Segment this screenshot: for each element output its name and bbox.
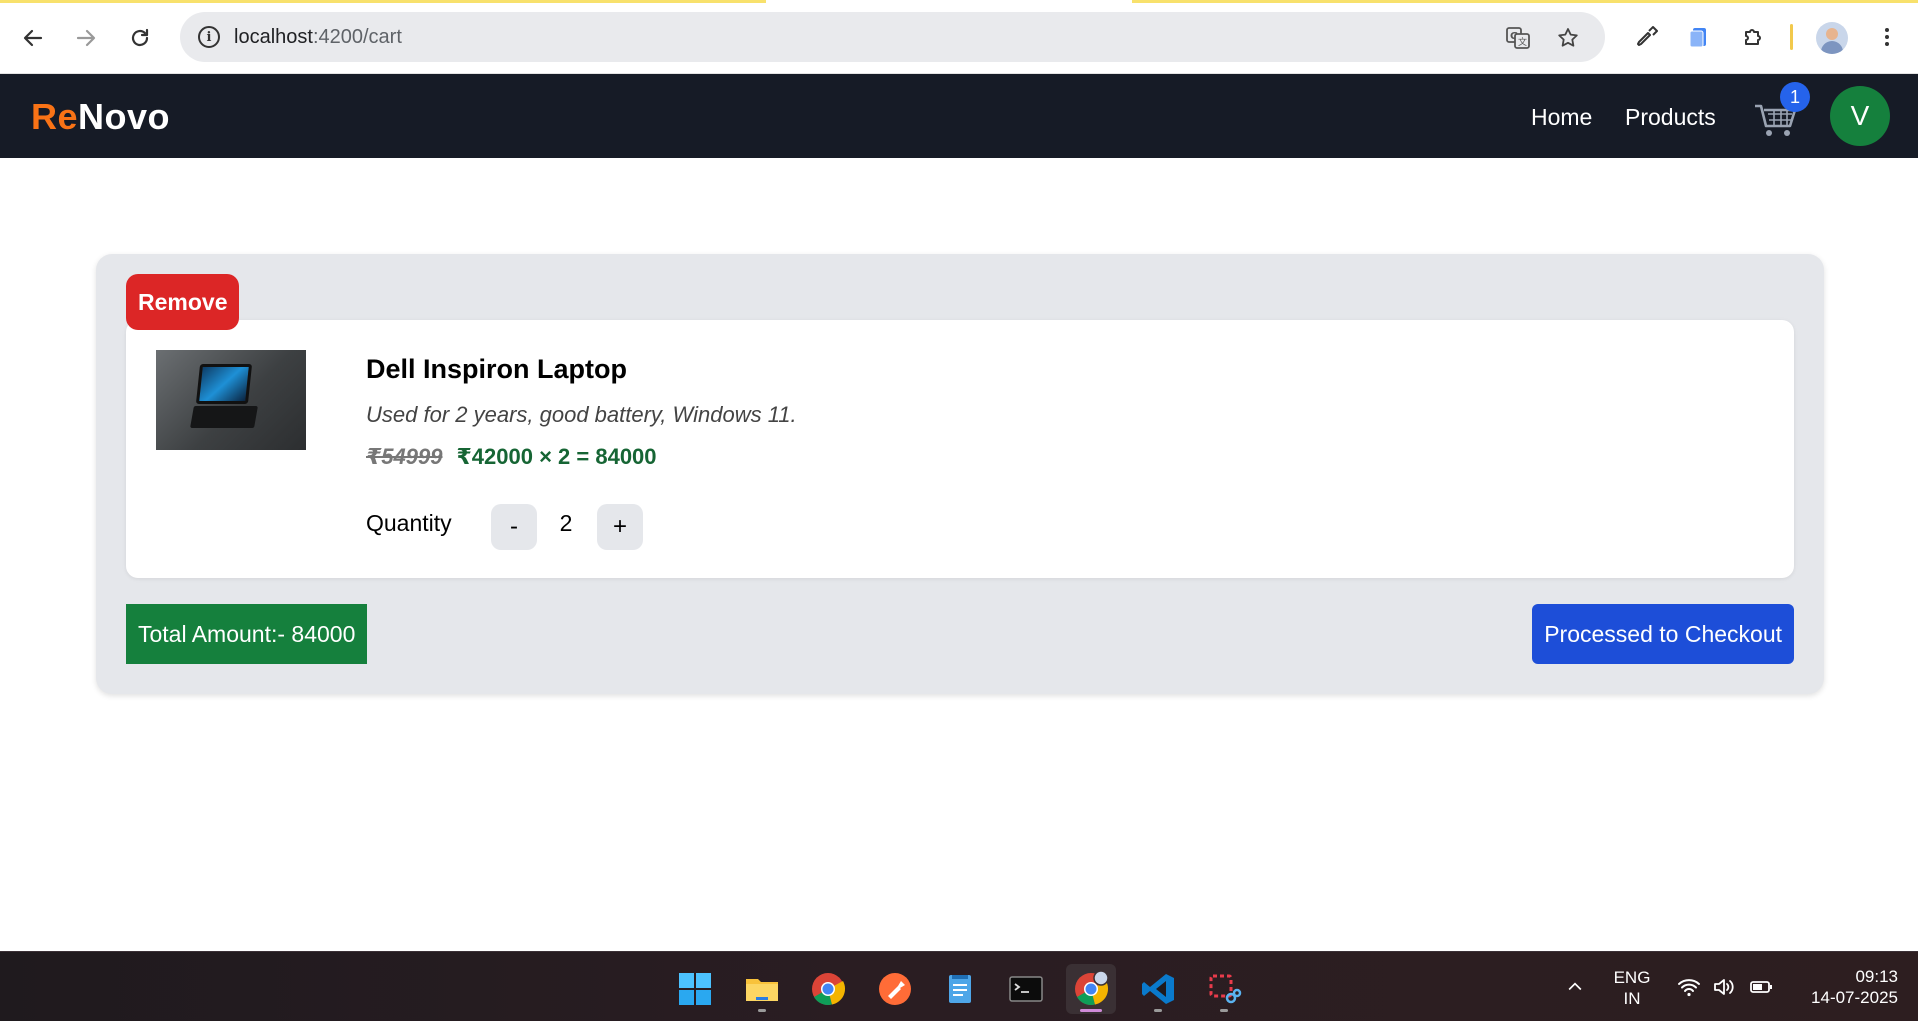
original-price: ₹54999 [366,444,443,469]
notepad-icon[interactable] [935,964,985,1014]
reload-button[interactable] [122,20,158,56]
cart-item-card: Dell Inspiron Laptop Used for 2 years, g… [126,320,1794,578]
clock-date: 14-07-2025 [1811,988,1898,1007]
bookmark-star-icon[interactable] [1555,25,1581,51]
app-navbar: ReNovo Home Products 1 V [0,74,1918,158]
language-code: ENG [1613,968,1651,987]
language-indicator[interactable]: ENG IN [1612,967,1652,1009]
arrow-right-icon [76,29,96,47]
url-text: localhost:4200/cart [234,26,402,49]
file-explorer-icon[interactable] [737,964,787,1014]
decrement-quantity-button[interactable]: - [491,504,537,550]
brand-re: Re [31,96,79,137]
site-info-icon[interactable]: i [198,26,220,48]
chrome-icon[interactable] [803,964,853,1014]
toolbar-separator [1790,24,1793,50]
remove-item-button[interactable]: Remove [126,274,240,330]
clock[interactable]: 09:13 14-07-2025 [1790,966,1898,1008]
url-path: :4200/cart [312,25,402,48]
forward-button[interactable] [68,20,104,56]
vscode-icon[interactable] [1133,964,1183,1014]
windows-taskbar: ENG IN 09:13 14-07-2025 [0,951,1918,1021]
quantity-value: 2 [559,510,573,536]
back-button[interactable] [15,20,51,56]
url-host: localhost [234,25,313,48]
translate-icon[interactable]: G文 [1505,25,1531,51]
increment-quantity-button[interactable]: + [597,504,643,550]
extension-clipboard-icon[interactable] [1684,22,1714,52]
region-code: IN [1623,989,1641,1008]
nav-home-link[interactable]: Home [1531,104,1592,131]
quantity-label: Quantity [366,510,452,536]
cart-panel: Dell Inspiron Laptop Used for 2 years, g… [96,254,1824,694]
loading-bar [0,0,766,3]
cart-count-badge: 1 [1780,82,1810,112]
volume-icon[interactable] [1711,974,1737,1000]
battery-icon[interactable] [1748,974,1774,1000]
postman-icon[interactable] [870,964,920,1014]
browser-profile-avatar[interactable] [1816,22,1848,54]
chevron-up-icon[interactable] [1562,974,1588,1000]
svg-text:文: 文 [1518,36,1527,48]
checkout-button[interactable]: Processed to Checkout [1532,604,1794,664]
user-avatar[interactable]: V [1830,86,1890,146]
price-calculation: ₹42000 × 2 = 84000 [456,444,657,469]
brand-novo: Novo [78,96,171,137]
brand-logo[interactable]: ReNovo [31,96,170,138]
loading-bar [1132,0,1918,3]
extensions-puzzle-icon[interactable] [1738,22,1768,52]
product-title: Dell Inspiron Laptop [366,354,627,384]
terminal-icon[interactable] [1001,964,1051,1014]
browser-toolbar: i localhost:4200/cart G文 [0,0,1918,74]
eyedropper-icon[interactable] [1632,22,1662,52]
price-row: ₹54999 ₹42000 × 2 = 84000 [366,444,657,470]
clock-time: 09:13 [1855,967,1898,986]
browser-menu-icon[interactable] [1872,22,1902,52]
wifi-icon[interactable] [1676,974,1702,1000]
address-bar[interactable]: i localhost:4200/cart G文 [180,12,1605,62]
total-amount: Total Amount:- 84000 [126,604,368,664]
reload-icon [131,28,149,47]
snipping-tool-icon[interactable] [1199,964,1249,1014]
nav-products-link[interactable]: Products [1625,104,1716,131]
product-image [156,350,306,450]
start-icon[interactable] [670,964,720,1014]
arrow-left-icon [23,29,43,47]
chrome-profile-icon[interactable] [1066,964,1116,1014]
product-description: Used for 2 years, good battery, Windows … [366,402,797,427]
